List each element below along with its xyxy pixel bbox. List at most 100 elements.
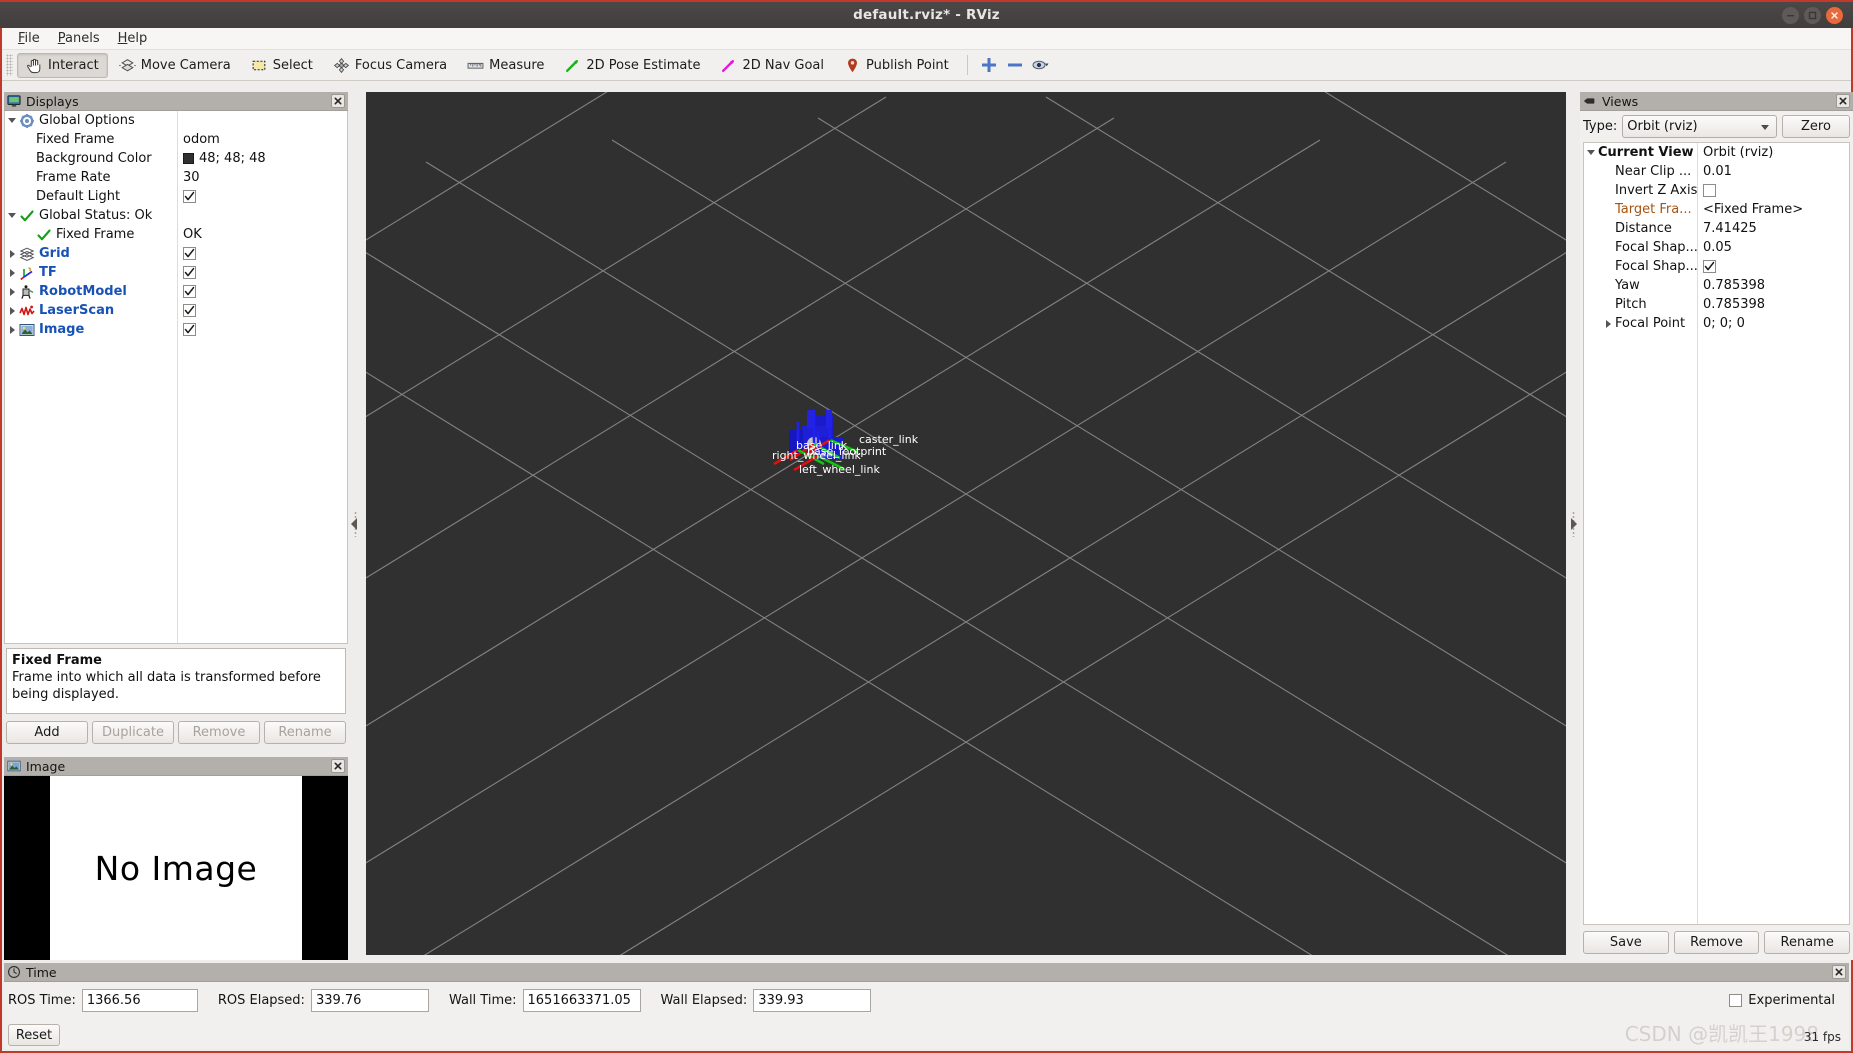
tool-publish-point[interactable]: Publish Point bbox=[835, 53, 958, 78]
expand-arrow-down-icon[interactable] bbox=[5, 206, 19, 225]
remove-view-button[interactable]: Remove bbox=[1673, 931, 1760, 954]
tool-2d-nav-goal[interactable]: 2D Nav Goal bbox=[711, 53, 833, 78]
display-row[interactable]: Background Color 48; 48; 48 bbox=[5, 149, 347, 168]
view-row-value[interactable]: 0.785398 bbox=[1703, 297, 1765, 312]
display-row-value[interactable]: 48; 48; 48 bbox=[183, 151, 266, 166]
view-row-value[interactable] bbox=[1703, 260, 1716, 273]
tool-measure[interactable]: Measure bbox=[458, 53, 553, 78]
display-row[interactable]: LaserScan bbox=[5, 301, 347, 320]
close-button[interactable] bbox=[1826, 7, 1843, 24]
display-row-value[interactable]: OK bbox=[183, 227, 202, 242]
display-row-value[interactable] bbox=[183, 266, 196, 279]
view-row[interactable]: Invert Z Axis bbox=[1584, 181, 1849, 200]
maximize-button[interactable] bbox=[1804, 7, 1821, 24]
view-row[interactable]: Distance 7.41425 bbox=[1584, 219, 1849, 238]
display-row-value[interactable] bbox=[183, 323, 196, 336]
views-property-tree[interactable]: Current View Orbit (rviz) Near Clip ... 0.0… bbox=[1583, 142, 1850, 925]
tool-select[interactable]: Select bbox=[242, 53, 322, 78]
left-splitter[interactable] bbox=[350, 92, 360, 955]
menu-file[interactable]: File bbox=[10, 29, 48, 48]
display-row-value[interactable]: 30 bbox=[183, 170, 200, 185]
expand-arrow-right-icon[interactable] bbox=[5, 320, 19, 339]
view-row[interactable]: Target Fra... <Fixed Frame> bbox=[1584, 200, 1849, 219]
rename-view-button[interactable]: Rename bbox=[1764, 931, 1851, 954]
menu-help[interactable]: Help bbox=[110, 29, 156, 48]
display-row[interactable]: Global Status: Ok bbox=[5, 206, 347, 225]
display-row[interactable]: Image bbox=[5, 320, 347, 339]
display-row[interactable]: Fixed Frame odom bbox=[5, 130, 347, 149]
view-row-value[interactable] bbox=[1703, 184, 1716, 197]
display-row-value[interactable] bbox=[183, 190, 196, 203]
display-row[interactable]: Frame Rate 30 bbox=[5, 168, 347, 187]
view-row-value[interactable]: Orbit (rviz) bbox=[1703, 145, 1773, 160]
display-row[interactable]: RobotModel bbox=[5, 282, 347, 301]
reset-button[interactable]: Reset bbox=[8, 1024, 60, 1046]
expand-arrow-right-icon[interactable] bbox=[5, 301, 19, 320]
ros-time-input[interactable]: 1366.56 bbox=[81, 989, 198, 1012]
expand-arrow-right-icon[interactable] bbox=[1601, 314, 1615, 333]
time-panel-close-button[interactable] bbox=[1832, 965, 1846, 979]
displays-property-tree[interactable]: Global Options Fixed Frame odom Background … bbox=[4, 111, 348, 644]
views-type-select[interactable]: Orbit (rviz) bbox=[1622, 115, 1777, 138]
3d-viewport[interactable]: base_link caster_link base_footprint right_… bbox=[366, 92, 1566, 955]
minimize-button[interactable] bbox=[1782, 7, 1799, 24]
save-view-button[interactable]: Save bbox=[1583, 931, 1669, 954]
view-row-value[interactable]: 0.785398 bbox=[1703, 278, 1765, 293]
display-row[interactable]: Default Light bbox=[5, 187, 347, 206]
checkbox[interactable] bbox=[1703, 260, 1716, 273]
experimental-checkbox[interactable] bbox=[1729, 994, 1743, 1007]
expand-arrow-down-icon[interactable] bbox=[1584, 143, 1598, 162]
remove-tool-button[interactable] bbox=[1002, 53, 1028, 77]
tool-2d-pose-estimate[interactable]: 2D Pose Estimate bbox=[555, 53, 709, 78]
checkbox[interactable] bbox=[183, 247, 196, 260]
views-zero-button[interactable]: Zero bbox=[1782, 115, 1850, 138]
add-display-button[interactable]: Add bbox=[6, 721, 88, 744]
duplicate-display-button[interactable]: Duplicate bbox=[92, 721, 174, 744]
expand-arrow-down-icon[interactable] bbox=[5, 111, 19, 130]
display-row[interactable]: TF bbox=[5, 263, 347, 282]
add-tool-button[interactable] bbox=[976, 53, 1002, 77]
display-row[interactable]: Grid bbox=[5, 244, 347, 263]
checkbox[interactable] bbox=[1703, 184, 1716, 197]
tool-move-camera[interactable]: Move Camera bbox=[110, 53, 240, 78]
wall-elapsed-input[interactable]: 339.93 bbox=[753, 989, 872, 1012]
checkbox[interactable] bbox=[183, 304, 196, 317]
toolbar-grip[interactable] bbox=[6, 54, 13, 76]
view-row[interactable]: Pitch 0.785398 bbox=[1584, 295, 1849, 314]
expand-arrow-right-icon[interactable] bbox=[5, 244, 19, 263]
wall-time-input[interactable]: 1651663371.05 bbox=[522, 989, 641, 1012]
view-row[interactable]: Focal Shap... 0.05 bbox=[1584, 238, 1849, 257]
views-panel-close-button[interactable] bbox=[1836, 94, 1850, 108]
view-row-value[interactable]: 7.41425 bbox=[1703, 221, 1757, 236]
view-row[interactable]: Current View Orbit (rviz) bbox=[1584, 143, 1849, 162]
tool-properties-button[interactable] bbox=[1028, 53, 1054, 77]
view-row-value[interactable]: 0.01 bbox=[1703, 164, 1732, 179]
view-row-value[interactable]: <Fixed Frame> bbox=[1703, 202, 1803, 217]
checkbox[interactable] bbox=[183, 285, 196, 298]
rename-display-button[interactable]: Rename bbox=[264, 721, 346, 744]
expand-arrow-right-icon[interactable] bbox=[5, 263, 19, 282]
display-row-value[interactable]: odom bbox=[183, 132, 220, 147]
view-row-value[interactable]: 0; 0; 0 bbox=[1703, 316, 1745, 331]
view-row[interactable]: Near Clip ... 0.01 bbox=[1584, 162, 1849, 181]
display-row-value[interactable] bbox=[183, 285, 196, 298]
view-row-value[interactable]: 0.05 bbox=[1703, 240, 1732, 255]
display-row-value[interactable] bbox=[183, 304, 196, 317]
checkbox[interactable] bbox=[183, 323, 196, 336]
displays-panel-close-button[interactable] bbox=[331, 94, 345, 108]
menu-panels[interactable]: Panels bbox=[50, 29, 108, 48]
ros-elapsed-input[interactable]: 339.76 bbox=[310, 989, 429, 1012]
view-row[interactable]: Focal Shap... bbox=[1584, 257, 1849, 276]
display-row[interactable]: Global Options bbox=[5, 111, 347, 130]
checkbox[interactable] bbox=[183, 266, 196, 279]
right-splitter[interactable] bbox=[1568, 92, 1578, 955]
tool-interact[interactable]: Interact bbox=[17, 52, 108, 78]
image-panel-close-button[interactable] bbox=[331, 759, 345, 773]
expand-arrow-right-icon[interactable] bbox=[5, 282, 19, 301]
display-row-value[interactable] bbox=[183, 247, 196, 260]
view-row[interactable]: Focal Point 0; 0; 0 bbox=[1584, 314, 1849, 333]
remove-display-button[interactable]: Remove bbox=[178, 721, 260, 744]
display-row[interactable]: Fixed Frame OK bbox=[5, 225, 347, 244]
view-row[interactable]: Yaw 0.785398 bbox=[1584, 276, 1849, 295]
checkbox[interactable] bbox=[183, 190, 196, 203]
